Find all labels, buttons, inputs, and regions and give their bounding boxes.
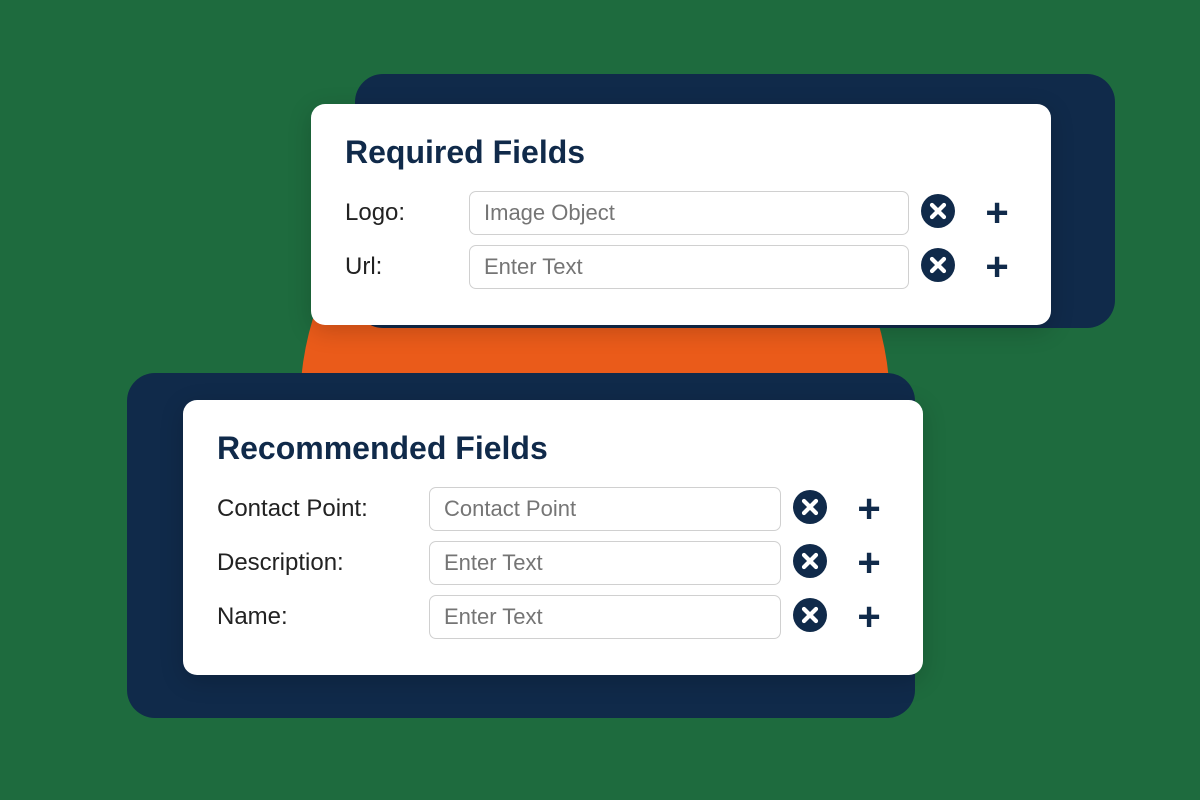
plus-icon: + (857, 597, 880, 637)
remove-button[interactable] (921, 196, 955, 230)
required-fields-title: Required Fields (345, 134, 1017, 171)
close-circle-icon (793, 544, 827, 583)
contact-point-input[interactable] (429, 487, 781, 531)
field-label: Description: (217, 549, 417, 577)
close-circle-icon (921, 194, 955, 233)
plus-icon: + (985, 193, 1008, 233)
plus-icon: + (857, 543, 880, 583)
plus-icon: + (857, 489, 880, 529)
remove-button[interactable] (793, 546, 827, 580)
logo-input[interactable] (469, 191, 909, 235)
required-fields-card: Required Fields Logo: + Url: + (311, 104, 1051, 325)
remove-button[interactable] (793, 492, 827, 526)
add-button[interactable]: + (849, 546, 889, 580)
field-row-url: Url: + (345, 245, 1017, 289)
field-row-contact-point: Contact Point: + (217, 487, 889, 531)
close-circle-icon (921, 248, 955, 287)
add-button[interactable]: + (849, 600, 889, 634)
remove-button[interactable] (921, 250, 955, 284)
recommended-fields-title: Recommended Fields (217, 430, 889, 467)
field-row-name: Name: + (217, 595, 889, 639)
field-row-description: Description: + (217, 541, 889, 585)
close-circle-icon (793, 598, 827, 637)
name-input[interactable] (429, 595, 781, 639)
close-circle-icon (793, 490, 827, 529)
field-label: Logo: (345, 199, 457, 227)
field-label: Contact Point: (217, 495, 417, 523)
add-button[interactable]: + (977, 250, 1017, 284)
description-input[interactable] (429, 541, 781, 585)
field-row-logo: Logo: + (345, 191, 1017, 235)
recommended-fields-card: Recommended Fields Contact Point: + Desc… (183, 400, 923, 675)
plus-icon: + (985, 247, 1008, 287)
field-label: Name: (217, 603, 417, 631)
add-button[interactable]: + (977, 196, 1017, 230)
add-button[interactable]: + (849, 492, 889, 526)
url-input[interactable] (469, 245, 909, 289)
remove-button[interactable] (793, 600, 827, 634)
field-label: Url: (345, 253, 457, 281)
